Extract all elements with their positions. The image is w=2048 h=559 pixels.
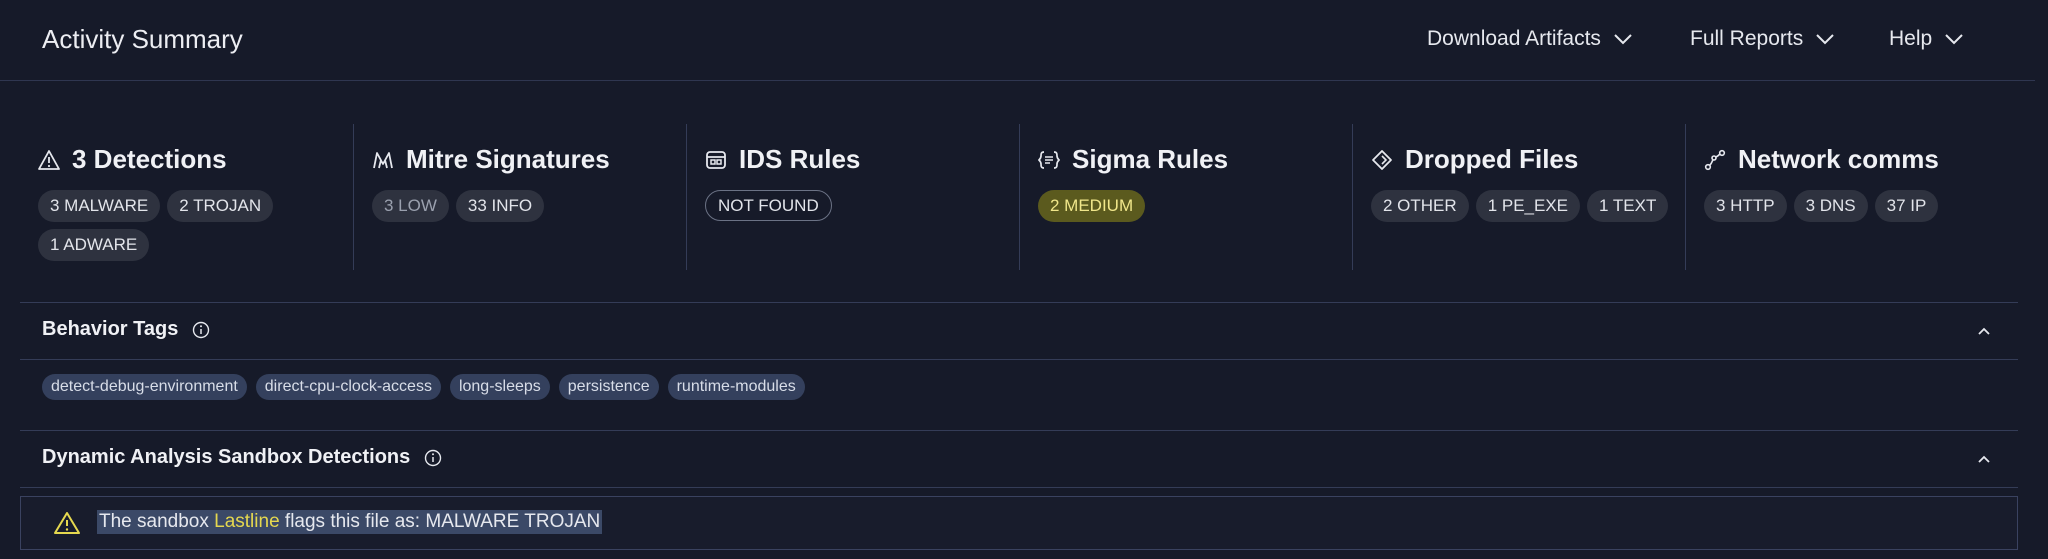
medium-pill[interactable]: 2 MEDIUM	[1038, 190, 1146, 222]
warning-triangle-icon	[54, 512, 80, 534]
sigma-pills: 2 MEDIUM	[1038, 190, 1358, 222]
full-reports-menu[interactable]: Full Reports	[1690, 27, 1835, 51]
pill[interactable]: 1 TEXT	[1587, 190, 1669, 222]
behavior-tags-header[interactable]: Behavior Tags	[20, 302, 2018, 360]
chevron-down-icon	[1614, 34, 1632, 45]
detection-suffix: flags this file as: MALWARE TROJAN	[279, 511, 601, 532]
detections-card[interactable]: 3 Detections 3 MALWARE 2 TROJAN 1 ADWARE	[38, 124, 338, 270]
network-icon	[1704, 149, 1726, 170]
pill[interactable]: 2 OTHER	[1371, 190, 1469, 222]
full-reports-label: Full Reports	[1690, 27, 1804, 50]
ids-pills: NOT FOUND	[705, 190, 1025, 221]
mitre-signatures-card[interactable]: Mitre Signatures 3 LOW 33 INFO	[372, 124, 672, 270]
detection-prefix: The sandbox	[99, 511, 215, 532]
network-comms-card[interactable]: Network comms 3 HTTP 3 DNS 37 IP	[1704, 124, 2004, 270]
mitre-pills: 3 LOW 33 INFO	[372, 190, 692, 222]
not-found-pill: NOT FOUND	[705, 190, 832, 221]
ids-rules-card[interactable]: IDS Rules NOT FOUND	[705, 124, 1005, 270]
dropped-files-pills: 2 OTHER 1 PE_EXE 1 TEXT	[1371, 190, 1691, 222]
help-label: Help	[1889, 27, 1933, 50]
download-artifacts-label: Download Artifacts	[1427, 27, 1601, 50]
pill[interactable]: 3 MALWARE	[38, 190, 161, 222]
detections-card-title: 3 Detections	[38, 144, 227, 175]
pill[interactable]: 3 DNS	[1793, 190, 1868, 222]
section-title-text: Behavior Tags	[42, 318, 179, 340]
sigma-card-title: Sigma Rules	[1038, 144, 1228, 175]
dropped-files-icon	[1372, 149, 1392, 170]
sandbox-detections-title: Dynamic Analysis Sandbox Detections	[42, 446, 442, 469]
sandbox-detection-text: The sandbox Lastline flags this file as:…	[97, 510, 603, 534]
chevron-down-icon	[1816, 34, 1834, 45]
pill[interactable]: 37 IP	[1874, 190, 1939, 222]
behavior-tag[interactable]: persistence	[558, 374, 659, 400]
page-title: Activity Summary	[42, 24, 243, 54]
pill[interactable]: 2 TROJAN	[167, 190, 274, 222]
behavior-tag[interactable]: runtime-modules	[667, 374, 805, 400]
card-divider	[353, 124, 354, 270]
sandbox-detections-header[interactable]: Dynamic Analysis Sandbox Detections	[20, 430, 2018, 488]
pill[interactable]: 1 PE_EXE	[1475, 190, 1581, 222]
chevron-down-icon	[1945, 34, 1963, 45]
summary-cards: 3 Detections 3 MALWARE 2 TROJAN 1 ADWARE…	[20, 124, 2020, 270]
pill[interactable]: 1 ADWARE	[38, 229, 150, 261]
card-title-text: Dropped Files	[1405, 144, 1579, 174]
info-icon[interactable]	[424, 449, 442, 467]
sigma-rules-card[interactable]: Sigma Rules 2 MEDIUM	[1038, 124, 1338, 270]
behavior-tag[interactable]: long-sleeps	[449, 374, 550, 400]
detections-pills: 3 MALWARE 2 TROJAN 1 ADWARE	[38, 190, 288, 261]
mitre-card-title: Mitre Signatures	[372, 144, 610, 175]
sandbox-name-link[interactable]: Lastline	[214, 511, 280, 532]
chevron-up-icon[interactable]	[1974, 321, 1994, 341]
ids-rules-icon	[706, 150, 726, 169]
card-divider	[1352, 124, 1353, 270]
card-title-text: Network comms	[1738, 144, 1939, 174]
card-divider	[1685, 124, 1686, 270]
network-card-title: Network comms	[1704, 144, 1939, 175]
mitre-logo-icon	[373, 151, 393, 168]
dropped-files-card-title: Dropped Files	[1371, 144, 1578, 175]
card-title-text: Mitre Signatures	[406, 144, 610, 174]
pill[interactable]: 3 LOW	[372, 190, 449, 222]
behavior-tag[interactable]: direct-cpu-clock-access	[255, 374, 441, 400]
card-title-text: Sigma Rules	[1072, 144, 1229, 174]
behavior-tags-title: Behavior Tags	[42, 318, 210, 341]
sandbox-detection-row: The sandbox Lastline flags this file as:…	[20, 496, 2018, 550]
card-title-text: IDS Rules	[739, 144, 861, 174]
chevron-up-icon[interactable]	[1974, 449, 1994, 469]
behavior-tag[interactable]: detect-debug-environment	[42, 374, 247, 400]
card-divider	[686, 124, 687, 270]
ids-card-title: IDS Rules	[705, 144, 860, 175]
card-title-text: 3 Detections	[72, 144, 227, 174]
behavior-tags-list: detect-debug-environment direct-cpu-cloc…	[42, 374, 805, 400]
sigma-rules-icon	[1038, 150, 1060, 169]
help-menu[interactable]: Help	[1889, 27, 1964, 51]
pill[interactable]: 3 HTTP	[1704, 190, 1787, 222]
card-divider	[1019, 124, 1020, 270]
download-artifacts-menu[interactable]: Download Artifacts	[1427, 27, 1633, 51]
warning-triangle-icon	[38, 149, 60, 170]
top-bar: Activity Summary Download Artifacts Full…	[0, 0, 2035, 81]
pill[interactable]: 33 INFO	[455, 190, 545, 222]
dropped-files-card[interactable]: Dropped Files 2 OTHER 1 PE_EXE 1 TEXT	[1371, 124, 1671, 270]
info-icon[interactable]	[192, 321, 210, 339]
section-title-text: Dynamic Analysis Sandbox Detections	[42, 446, 411, 468]
network-pills: 3 HTTP 3 DNS 37 IP	[1704, 190, 2024, 222]
